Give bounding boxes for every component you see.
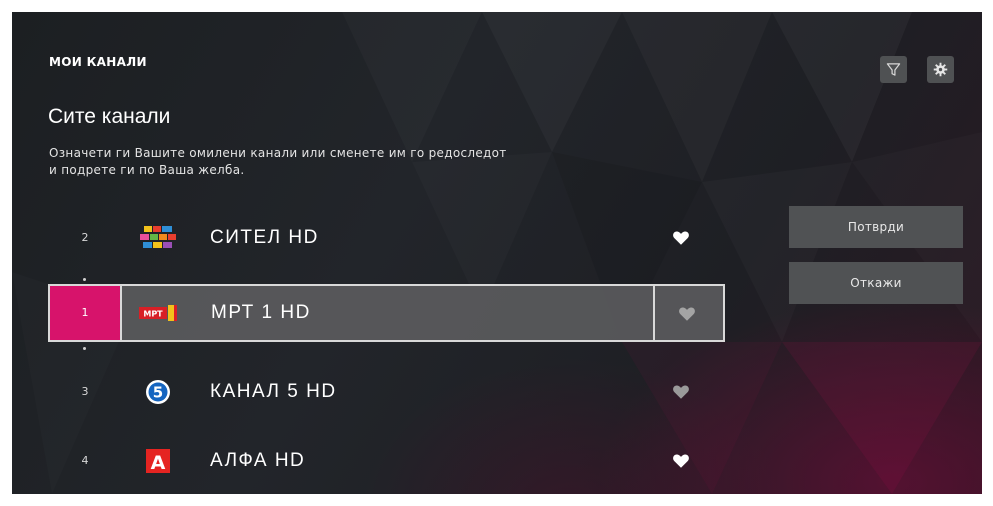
mrt-logo-text: МРТ (143, 310, 163, 319)
tv-screen: МОИ КАНАЛИ Сите канали Означети ги Вашит… (12, 12, 982, 494)
sitel-logo (136, 224, 180, 252)
channel-name: КАНАЛ 5 HD (210, 381, 337, 402)
confirm-button[interactable]: Потврди (789, 206, 963, 248)
channel-number: 4 (81, 454, 89, 467)
page-title: Сите канали (48, 105, 171, 128)
alfa-logo: А (136, 447, 180, 475)
heart-icon[interactable] (672, 383, 690, 401)
channel-number: 2 (81, 231, 89, 244)
page-description: Означети ги Вашите омилени канали или см… (49, 145, 689, 179)
reorder-indicator (83, 278, 86, 281)
description-line-1: Означети ги Вашите омилени канали или см… (49, 146, 507, 160)
settings-button[interactable] (927, 56, 954, 83)
heart-icon[interactable] (672, 452, 690, 470)
channel-number: 3 (81, 385, 89, 398)
heart-icon[interactable] (672, 229, 690, 247)
channel-name: СИТЕЛ HD (210, 227, 319, 248)
gear-icon (933, 62, 948, 77)
channel-name: МРТ 1 HD (211, 302, 311, 323)
alfa-logo-text: А (151, 452, 166, 474)
filter-button[interactable] (880, 56, 907, 83)
kanal5-logo-text: 5 (153, 384, 163, 402)
mrt-logo: МРТ (137, 299, 181, 327)
channel-row-alfa[interactable]: 4 А АЛФА HD (49, 440, 725, 482)
channel-number: 1 (50, 286, 122, 340)
channel-row-kanal5[interactable]: 3 5 КАНАЛ 5 HD (49, 371, 725, 413)
channel-name: АЛФА HD (210, 450, 306, 471)
heart-icon[interactable] (678, 305, 696, 323)
cancel-button[interactable]: Откажи (789, 262, 963, 304)
favorite-divider (653, 286, 655, 340)
description-line-2: и подрете ги по Ваша желба. (49, 163, 245, 177)
section-label: МОИ КАНАЛИ (49, 55, 147, 69)
filter-icon (886, 63, 901, 76)
reorder-indicator (83, 347, 86, 350)
channel-row-sitel[interactable]: 2 СИТЕЛ HD (49, 217, 725, 259)
kanal5-logo: 5 (136, 378, 180, 406)
channel-row-mrt1-selected[interactable]: 1 МРТ МРТ 1 HD (48, 284, 725, 342)
